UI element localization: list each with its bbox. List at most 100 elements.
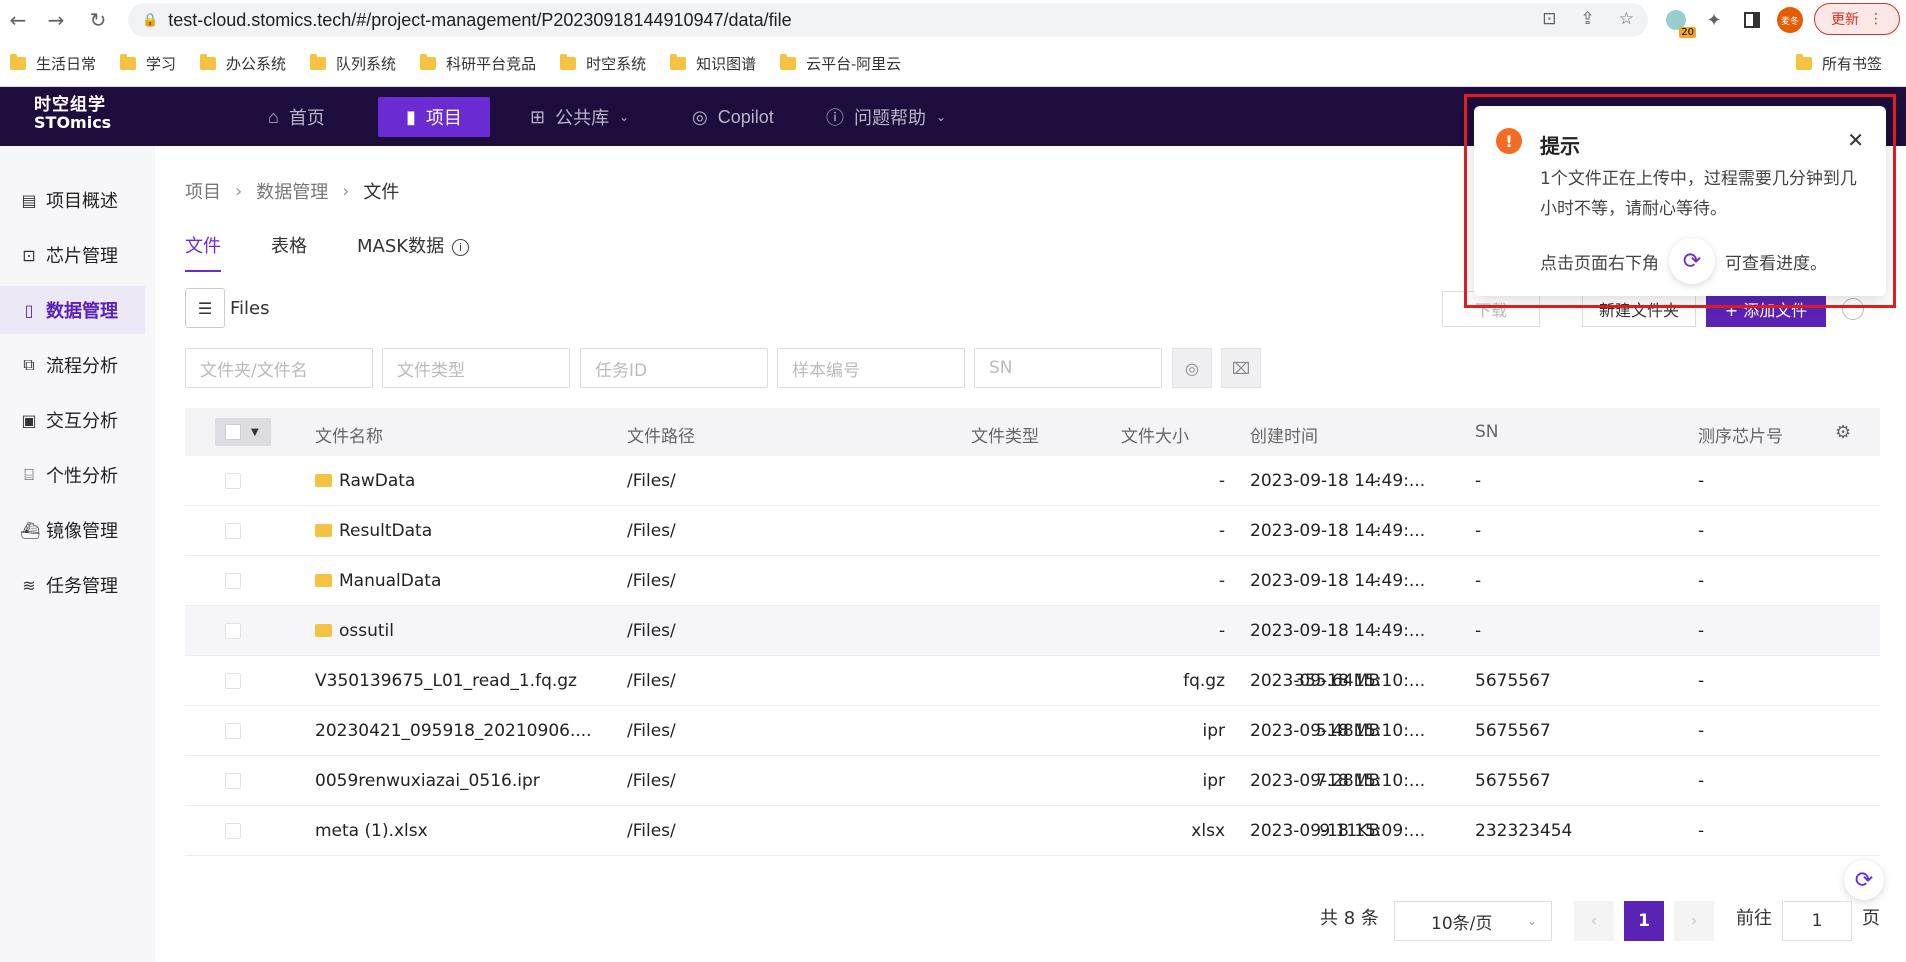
table-row[interactable]: V350139675_L01_read_1.fq.gz /Files/ fq.g… [185, 656, 1880, 706]
nav-project[interactable]: ▮ 项目 [378, 97, 490, 137]
file-name[interactable]: ResultData [339, 521, 432, 541]
checkbox[interactable] [225, 573, 241, 589]
checkbox[interactable] [225, 723, 241, 739]
table-row[interactable]: ManualData /Files/ - - 2023-09-18 14:49:… [185, 556, 1880, 606]
update-button[interactable]: 更新 ⋮ [1814, 3, 1900, 35]
all-bookmarks[interactable]: 所有书签 [1795, 53, 1882, 74]
filename-filter[interactable]: 文件夹/文件名 [185, 348, 373, 388]
breadcrumb-project[interactable]: 项目 [185, 178, 221, 204]
bookmark-item[interactable]: 时空系统 [560, 53, 646, 74]
prev-page-button[interactable]: ‹ [1574, 901, 1614, 941]
sidebar-item-flow[interactable]: ⧉ 流程分析 [0, 341, 145, 389]
col-type[interactable]: 文件类型 [971, 422, 1039, 447]
file-path: /Files/ [627, 521, 676, 541]
file-name[interactable]: V350139675_L01_read_1.fq.gz [315, 671, 577, 691]
table-row[interactable]: ossutil /Files/ - - 2023-09-18 14:49:...… [185, 606, 1880, 656]
list-indent-icon: ☰ [197, 298, 213, 318]
col-sn[interactable]: SN [1475, 422, 1499, 442]
close-icon[interactable]: ✕ [1847, 128, 1864, 152]
task-id-filter[interactable]: 任务ID [580, 348, 768, 388]
sidebar-item-chip[interactable]: ⊡ 芯片管理 [0, 231, 145, 279]
checkbox[interactable] [225, 424, 241, 440]
upload-progress-button[interactable]: ⟳ [1844, 860, 1884, 900]
nav-home[interactable]: ⌂ 首页 [240, 97, 353, 137]
address-bar[interactable]: 🔒 test-cloud.stomics.tech/#/project-mana… [128, 3, 1648, 37]
search-settings-icon[interactable]: ◎ [1172, 348, 1212, 388]
file-type: ipr [1202, 721, 1225, 741]
file-name[interactable]: 20230421_095918_20210906.... [315, 721, 592, 741]
file-name[interactable]: RawData [339, 471, 415, 491]
sn-filter[interactable]: SN [974, 348, 1162, 388]
copilot-icon: ◎ [692, 106, 708, 127]
column-settings-icon[interactable]: ⚙ [1835, 422, 1851, 443]
table-row[interactable]: RawData /Files/ - - 2023-09-18 14:49:...… [185, 456, 1880, 506]
breadcrumb-data[interactable]: 数据管理 [256, 178, 328, 204]
sidebar-item-overview[interactable]: ▤ 项目概述 [0, 176, 145, 224]
goto-page-input[interactable]: 1 [1782, 901, 1852, 941]
avatar[interactable]: 麦冬 [1776, 6, 1804, 34]
sidepanel-icon[interactable] [1738, 6, 1766, 34]
checkbox[interactable] [225, 823, 241, 839]
clear-filter-icon[interactable]: ⌧ [1221, 348, 1261, 388]
table-row[interactable]: 20230421_095918_20210906.... /Files/ ipr… [185, 706, 1880, 756]
sidebar-item-interactive[interactable]: ▣ 交互分析 [0, 396, 145, 444]
share-icon[interactable]: ⇪ [1581, 9, 1595, 29]
forward-icon[interactable]: → [40, 4, 72, 36]
nav-public-library[interactable]: ⊞ 公共库 ⌄ [502, 97, 657, 137]
tree-toggle-button[interactable]: ☰ [185, 288, 225, 328]
table-row[interactable]: ResultData /Files/ - - 2023-09-18 14:49:… [185, 506, 1880, 556]
file-type: - [1218, 571, 1225, 591]
col-size[interactable]: 文件大小 [1121, 422, 1189, 447]
bookmark-item[interactable]: 生活日常 [10, 53, 96, 74]
col-name[interactable]: 文件名称 [315, 422, 383, 447]
tab-files[interactable]: 文件 [185, 232, 221, 272]
next-page-button[interactable]: › [1674, 901, 1714, 941]
checkbox[interactable] [225, 773, 241, 789]
sidebar-item-custom[interactable]: ⌸ 个性分析 [0, 451, 145, 499]
caret-down-icon: ▼ [251, 426, 259, 438]
info-icon[interactable]: i [452, 238, 470, 256]
puzzle-icon[interactable]: ✦ [1700, 6, 1728, 34]
file-name[interactable]: 0059renwuxiazai_0516.ipr [315, 771, 540, 791]
table-row[interactable]: meta (1).xlsx /Files/ xlsx 9.11KB 2023-0… [185, 806, 1880, 856]
extension-badge-icon[interactable]: 20 [1662, 6, 1696, 38]
col-chip[interactable]: 测序芯片号 [1698, 422, 1783, 447]
logo[interactable]: 时空组学 STOmics [34, 97, 111, 132]
select-all-dropdown[interactable]: ▼ [215, 418, 271, 446]
translate-icon[interactable]: ⊡ [1542, 9, 1556, 29]
bookmark-item[interactable]: 学习 [120, 53, 176, 74]
folder-icon [420, 53, 437, 70]
page-1-button[interactable]: 1 [1624, 901, 1664, 941]
checkbox[interactable] [225, 673, 241, 689]
page-size-select[interactable]: 10条/页 ⌄ [1394, 901, 1552, 941]
table-row[interactable]: 0059renwuxiazai_0516.ipr /Files/ ipr 7.2… [185, 756, 1880, 806]
file-name[interactable]: ossutil [339, 621, 394, 641]
chip-value: - [1698, 771, 1705, 791]
filetype-filter[interactable]: 文件类型 [382, 348, 570, 388]
checkbox[interactable] [225, 623, 241, 639]
sample-filter[interactable]: 样本编号 [777, 348, 965, 388]
star-icon[interactable]: ☆ [1619, 9, 1634, 29]
upload-notification: ! 提示 ✕ 1个文件正在上传中，过程需要几分钟到几小时不等，请耐心等待。 点击… [1474, 106, 1886, 296]
sidebar-item-tasks[interactable]: ≋ 任务管理 [0, 561, 145, 609]
file-name[interactable]: meta (1).xlsx [315, 821, 428, 841]
checkbox[interactable] [225, 523, 241, 539]
back-icon[interactable]: ← [2, 4, 34, 36]
col-path[interactable]: 文件路径 [627, 422, 695, 447]
bookmark-item[interactable]: 云平台-阿里云 [780, 53, 901, 74]
bookmark-item[interactable]: 知识图谱 [670, 53, 756, 74]
file-name[interactable]: ManualData [339, 571, 441, 591]
tab-mask[interactable]: MASK数据 i [357, 232, 470, 270]
nav-help[interactable]: ⓘ 问题帮助 ⌄ [798, 97, 974, 137]
checkbox[interactable] [225, 473, 241, 489]
nav-copilot[interactable]: ◎ Copilot [664, 97, 802, 137]
reload-icon[interactable]: ↻ [82, 4, 114, 36]
sidebar-item-image[interactable]: ⛴ 镜像管理 [0, 506, 145, 554]
file-text-icon: ▤ [21, 190, 37, 210]
col-created[interactable]: 创建时间 [1250, 422, 1318, 447]
bookmark-item[interactable]: 办公系统 [200, 53, 286, 74]
sidebar-item-data[interactable]: ▯ 数据管理 [0, 286, 145, 334]
bookmark-item[interactable]: 科研平台竞品 [420, 53, 536, 74]
tab-tables[interactable]: 表格 [271, 232, 307, 270]
bookmark-item[interactable]: 队列系统 [310, 53, 396, 74]
